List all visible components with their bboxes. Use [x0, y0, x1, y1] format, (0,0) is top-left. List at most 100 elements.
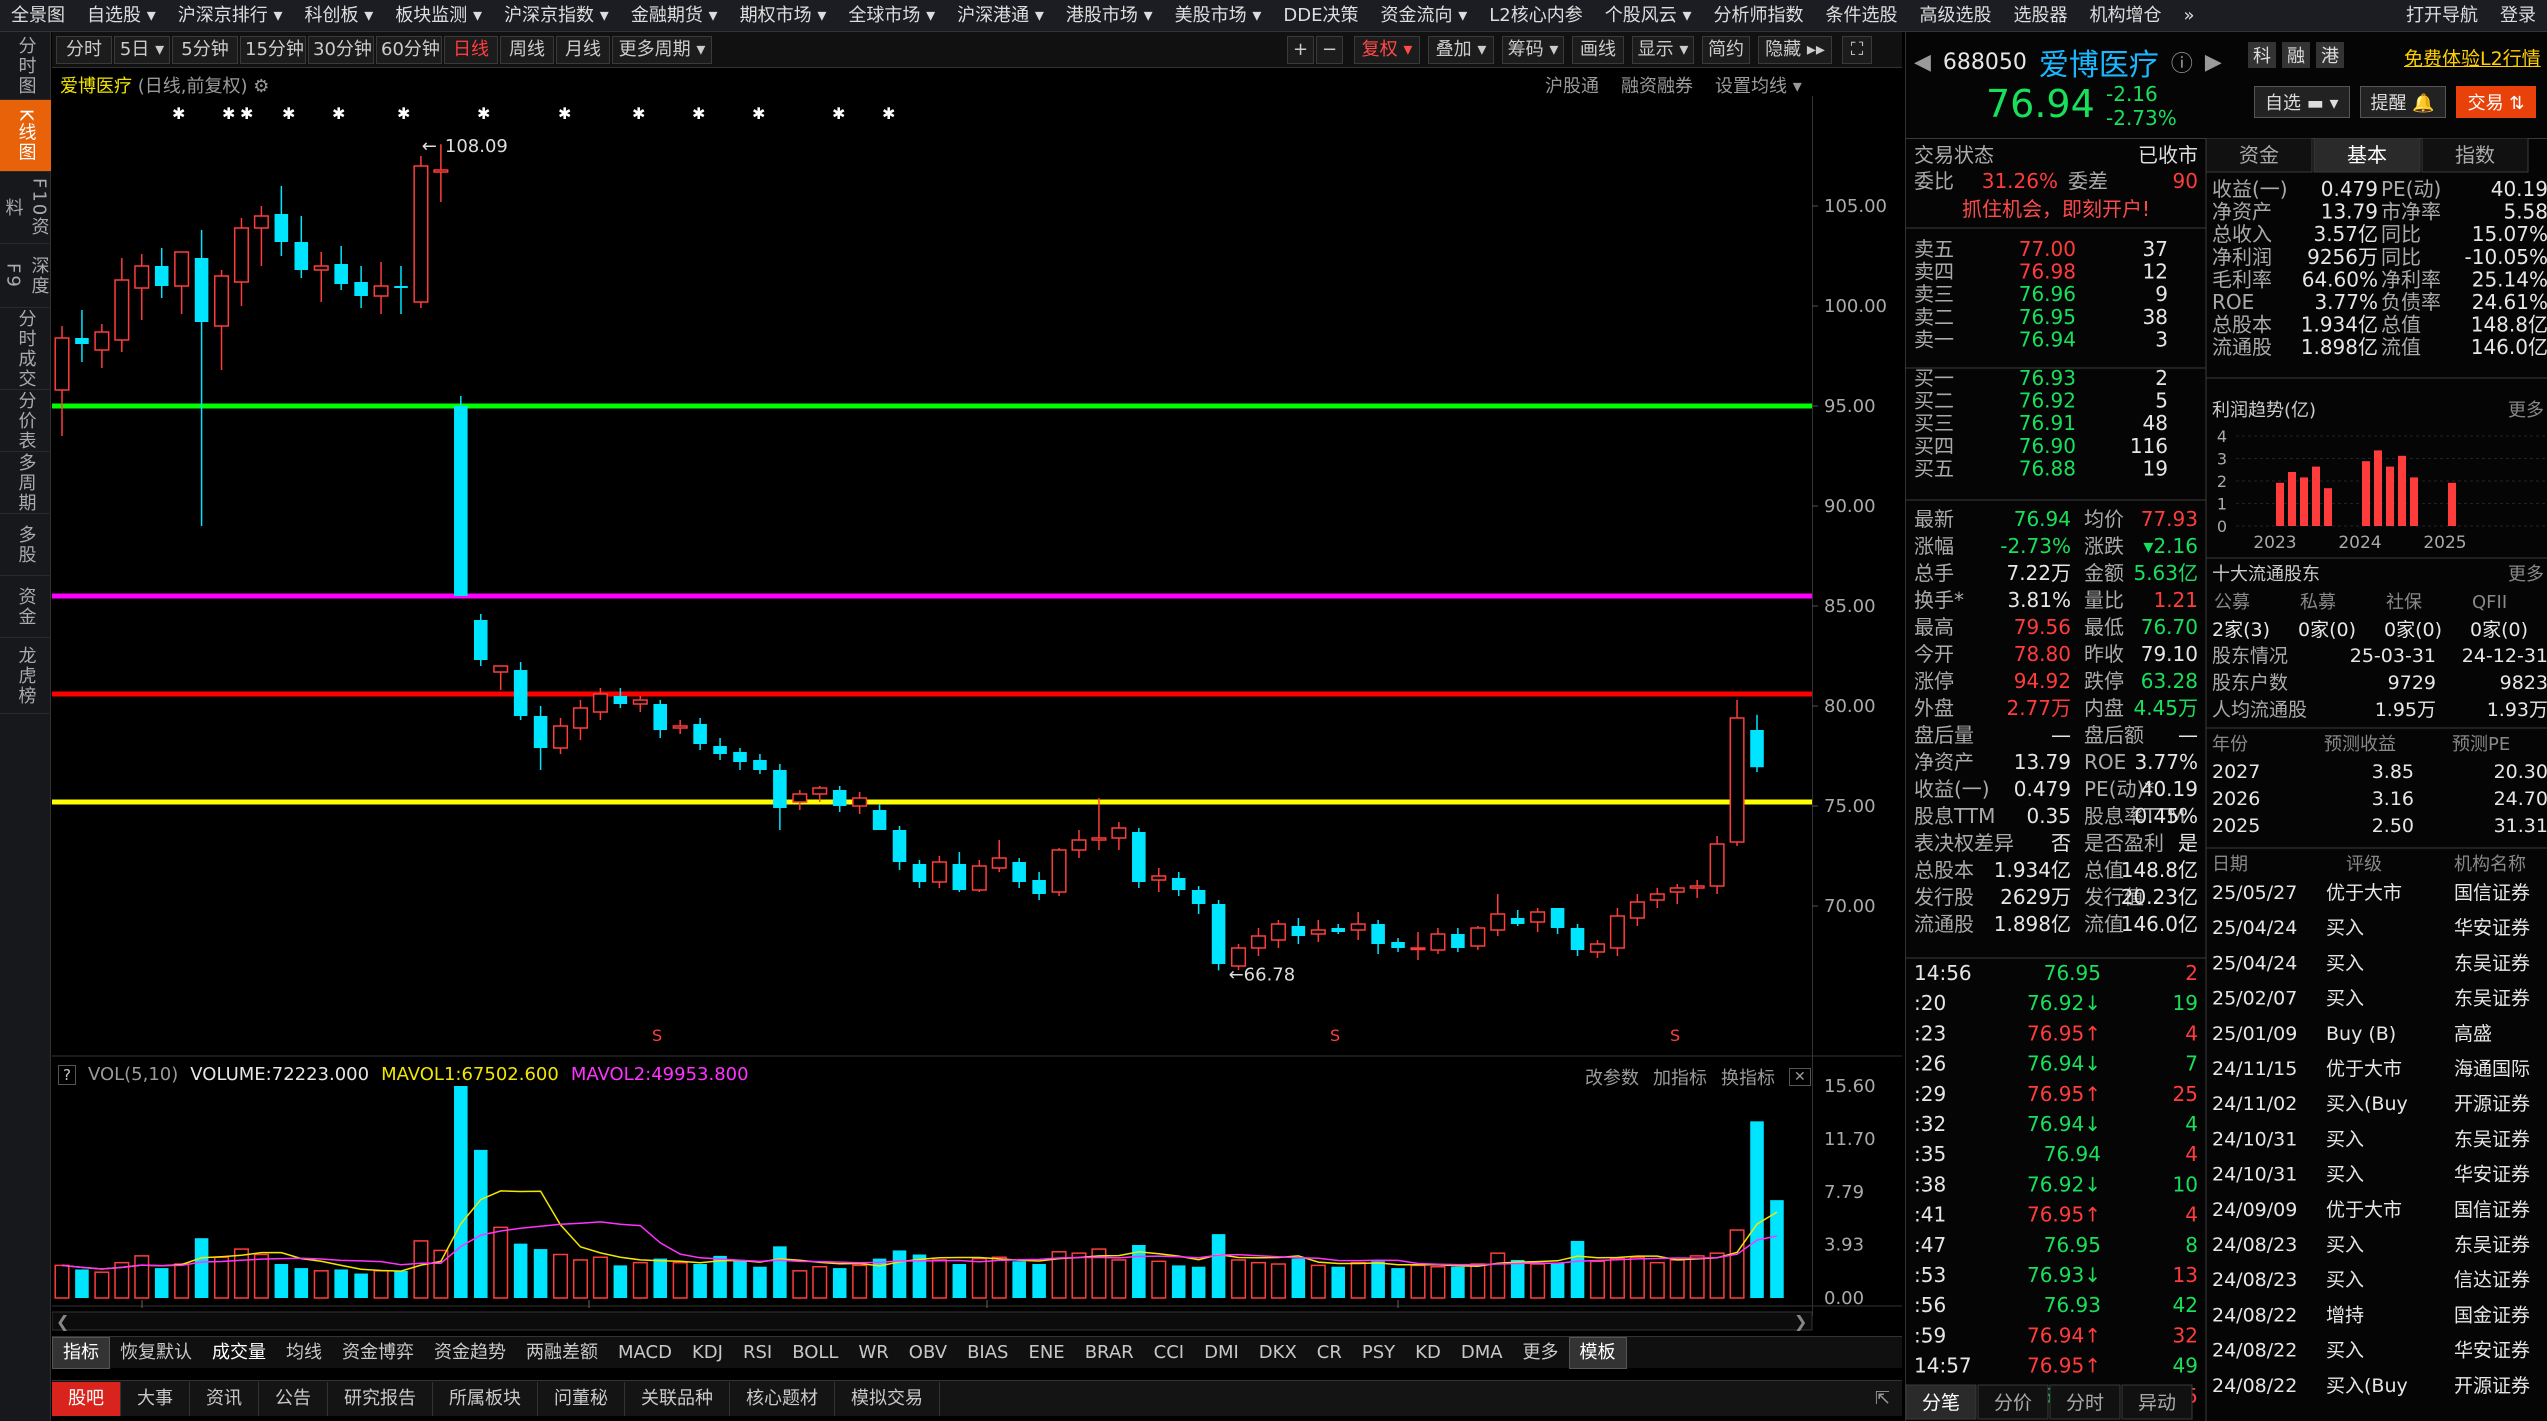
menu-item[interactable]: 沪深港通 ▾	[946, 0, 1055, 31]
candle-body[interactable]	[872, 810, 887, 830]
indicator-tab[interactable]: 模板	[1568, 1336, 1627, 1369]
indicator-tab[interactable]: BOLL	[782, 1338, 848, 1368]
volume-bar[interactable]	[75, 1269, 89, 1298]
volume-bar[interactable]	[1151, 1260, 1167, 1299]
scroll-left-icon[interactable]: ❮	[56, 1312, 69, 1331]
period-tab[interactable]: 15分钟	[240, 36, 306, 64]
indicator-tab[interactable]: 资金博弈	[332, 1338, 424, 1368]
volume-bar[interactable]	[812, 1265, 828, 1299]
chart-tool-button[interactable]: 筹码 ▾	[1502, 36, 1564, 64]
candle-body[interactable]	[1132, 832, 1146, 882]
volume-bar[interactable]	[1629, 1256, 1645, 1299]
left-nav-item[interactable]: 龙虎榜	[0, 638, 51, 714]
bottom-tab[interactable]: 模拟交易	[835, 1381, 940, 1416]
candle-body[interactable]	[971, 865, 987, 891]
volume-bar[interactable]	[1750, 1121, 1764, 1298]
candle-body[interactable]	[753, 760, 767, 770]
volume-bar[interactable]	[433, 1249, 449, 1299]
candle-body[interactable]	[1310, 929, 1326, 935]
candle-body[interactable]	[1490, 913, 1506, 931]
bottom-tab[interactable]: 所属板块	[433, 1381, 538, 1416]
candle-body[interactable]	[1750, 730, 1764, 768]
candle-body[interactable]	[1230, 947, 1247, 967]
menu-item[interactable]: 全球市场 ▾	[837, 0, 946, 31]
expand-icon[interactable]: ⇱	[1875, 1388, 1890, 1409]
volume-bar[interactable]	[1729, 1229, 1745, 1299]
volume-bar[interactable]	[1211, 1234, 1226, 1298]
left-nav-item[interactable]: 分价表	[0, 390, 51, 452]
left-nav-item[interactable]: 多周期	[0, 452, 51, 514]
event-marker-icon[interactable]: ✱	[240, 104, 253, 123]
event-marker-icon[interactable]: ✱	[752, 104, 765, 123]
vol-link[interactable]: 改参数	[1585, 1064, 1639, 1090]
vol-link[interactable]: 换指标	[1721, 1064, 1775, 1090]
left-nav-item[interactable]: F10资料	[0, 172, 51, 244]
candle-body[interactable]	[454, 406, 468, 596]
volume-bar[interactable]	[1350, 1261, 1366, 1299]
volume-bar[interactable]	[971, 1257, 987, 1299]
volume-bar[interactable]	[334, 1269, 348, 1298]
volume-bar[interactable]	[832, 1268, 847, 1298]
volume-bar[interactable]	[1570, 1240, 1585, 1298]
bottom-tab[interactable]: 关联品种	[625, 1381, 730, 1416]
indicator-tab[interactable]: 指标	[52, 1336, 110, 1369]
candle-body[interactable]	[1589, 943, 1606, 953]
volume-bar[interactable]	[1709, 1252, 1725, 1299]
chart-tool-button[interactable]: ⛶	[1842, 36, 1872, 64]
period-tab[interactable]: 5日 ▾	[114, 36, 170, 64]
candle-body[interactable]	[213, 275, 230, 327]
menu-item[interactable]: 期权市场 ▾	[729, 0, 838, 31]
chart-link[interactable]: 设置均线 ▾	[1715, 72, 1802, 98]
candle-body[interactable]	[1350, 923, 1366, 931]
volume-bar[interactable]	[1589, 1260, 1606, 1299]
volume-bar[interactable]	[753, 1266, 767, 1298]
candle-body[interactable]	[413, 165, 429, 303]
volume-bar[interactable]	[174, 1263, 190, 1299]
candle-body[interactable]	[233, 227, 250, 283]
event-marker-icon[interactable]: ✱	[692, 104, 705, 123]
indicator-tab[interactable]: PSY	[1352, 1338, 1405, 1368]
candle-body[interactable]	[1709, 843, 1725, 887]
bottom-tab[interactable]: 大事	[121, 1381, 190, 1416]
volume-bar[interactable]	[1310, 1264, 1326, 1299]
candle-body[interactable]	[473, 620, 488, 660]
menu-item[interactable]: 沪深京指数 ▾	[493, 0, 620, 31]
volume-bar[interactable]	[1510, 1259, 1525, 1298]
signal-s-marker-icon[interactable]: S	[652, 1026, 662, 1045]
volume-bar[interactable]	[233, 1248, 250, 1299]
menu-item[interactable]: L2核心内参	[1478, 0, 1593, 31]
candle-body[interactable]	[313, 265, 329, 271]
volume-bar[interactable]	[1270, 1263, 1286, 1299]
candle-body[interactable]	[592, 693, 608, 713]
volume-bar[interactable]	[672, 1261, 688, 1299]
volume-bar[interactable]	[1291, 1258, 1306, 1298]
menu-item[interactable]: 美股市场 ▾	[1164, 0, 1273, 31]
candle-body[interactable]	[1451, 934, 1465, 948]
candle-body[interactable]	[952, 864, 967, 890]
volume-bar[interactable]	[373, 1270, 389, 1299]
period-tab[interactable]: 分时	[56, 36, 112, 64]
event-marker-icon[interactable]: ✱	[882, 104, 895, 123]
candle-body[interactable]	[552, 725, 569, 749]
indicator-tab[interactable]: KDJ	[682, 1338, 733, 1368]
volume-bar[interactable]	[1609, 1257, 1625, 1299]
menu-right-item[interactable]: 打开导航	[2395, 0, 2489, 31]
candle-body[interactable]	[1430, 933, 1446, 951]
volume-bar[interactable]	[1410, 1264, 1426, 1299]
panel-action-button[interactable]: 提醒 🔔	[2359, 86, 2446, 118]
menu-item[interactable]: 自选股 ▾	[76, 0, 167, 31]
candle-body[interactable]	[1371, 924, 1385, 944]
candle-body[interactable]	[773, 770, 787, 808]
candle-body[interactable]	[1291, 926, 1306, 936]
menu-item[interactable]: 机构增仓	[2079, 0, 2173, 31]
volume-bar[interactable]	[1430, 1265, 1446, 1299]
menu-item[interactable]: DDE决策	[1272, 0, 1369, 31]
candle-body[interactable]	[1211, 904, 1226, 964]
period-tab[interactable]: 30分钟	[308, 36, 374, 64]
volume-bar[interactable]	[792, 1270, 808, 1299]
panel-action-button[interactable]: 交易 ⇅	[2455, 86, 2537, 118]
candle-body[interactable]	[1609, 915, 1625, 949]
market-tag[interactable]: 港	[2316, 42, 2344, 68]
candle-body[interactable]	[1669, 887, 1685, 893]
candle-body[interactable]	[1250, 935, 1267, 949]
